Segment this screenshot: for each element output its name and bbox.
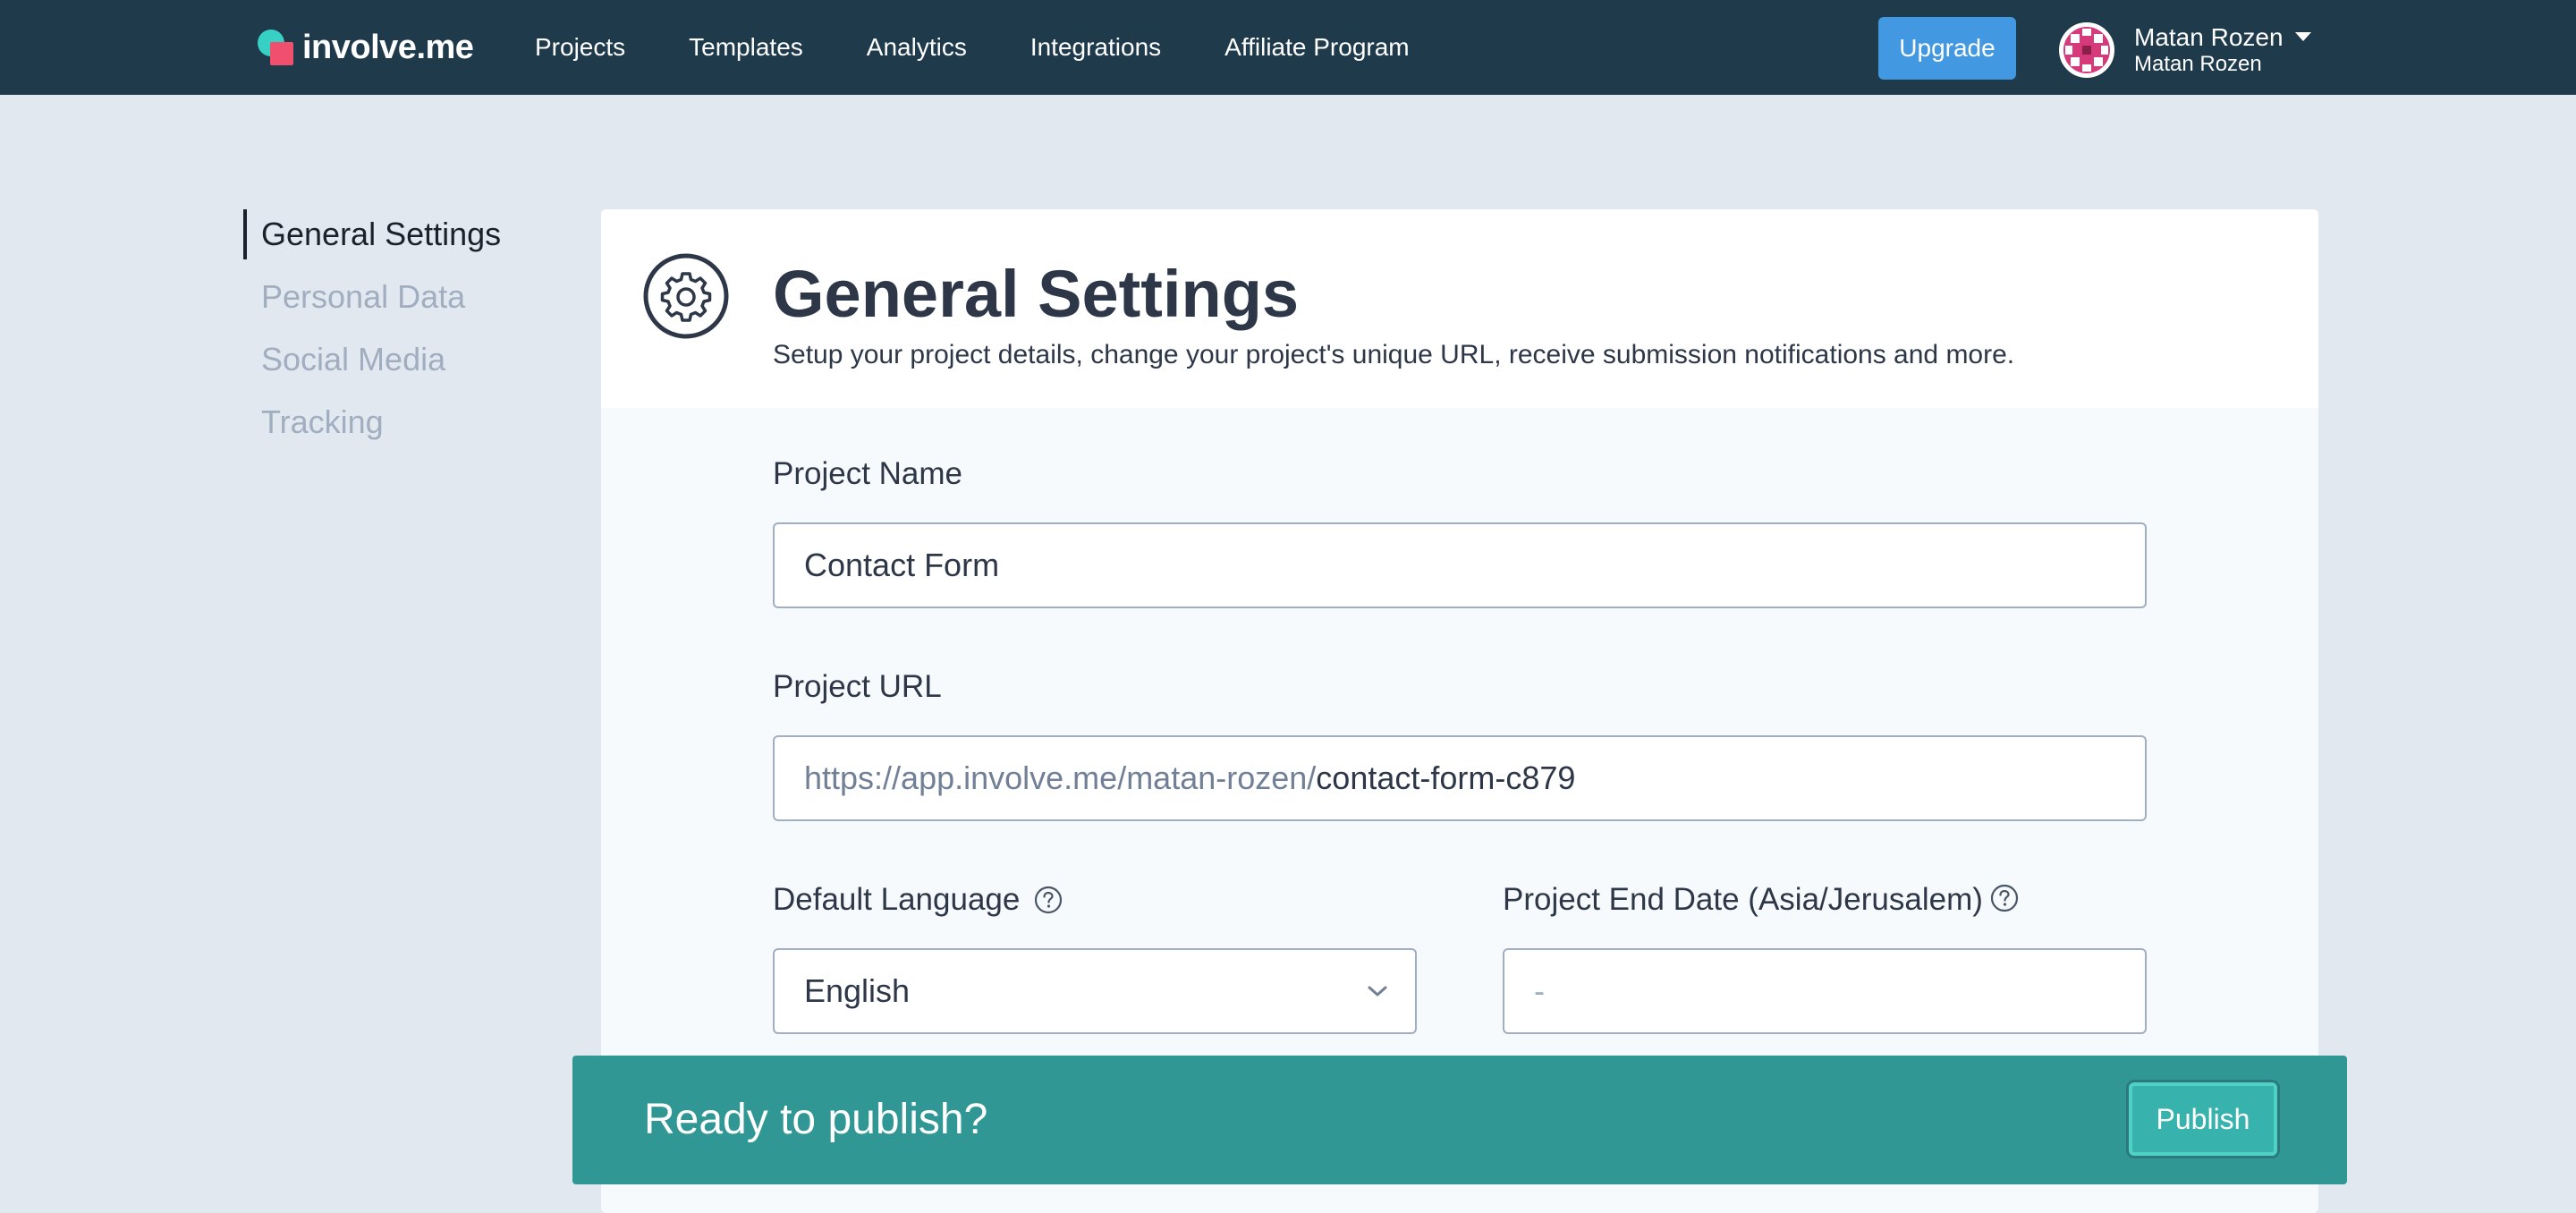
nav-affiliate-program[interactable]: Affiliate Program — [1224, 33, 1409, 62]
project-name-label-text: Project Name — [773, 456, 963, 491]
end-date-input[interactable]: - — [1503, 948, 2147, 1034]
project-name-input[interactable]: Contact Form — [773, 522, 2147, 608]
side-item-personal-data[interactable]: Personal Data — [243, 272, 501, 322]
nav-integrations[interactable]: Integrations — [1030, 33, 1161, 62]
project-url-slug: contact-form-c879 — [1316, 759, 1576, 796]
default-language-value: English — [804, 972, 911, 1009]
project-url-prefix: https://app.involve.me/matan-rozen/ — [804, 759, 1317, 796]
page-subtitle: Setup your project details, change your … — [773, 340, 2015, 369]
caret-down-icon[interactable] — [2295, 32, 2311, 41]
nav-analytics[interactable]: Analytics — [867, 33, 967, 62]
default-language-label: Default Language — [773, 882, 1063, 918]
page-title: General Settings — [773, 257, 1300, 331]
user-menu[interactable]: Matan Rozen Matan Rozen — [2059, 21, 2311, 79]
brand-name: involve.me — [302, 28, 474, 66]
chevron-down-icon — [1368, 986, 1387, 997]
publish-prompt: Ready to publish? — [644, 1096, 988, 1143]
side-item-social-media[interactable]: Social Media — [243, 335, 501, 385]
publish-bar: Ready to publish? Publish — [572, 1056, 2347, 1184]
logo-mark-icon — [258, 28, 297, 67]
user-names: Matan Rozen Matan Rozen — [2134, 23, 2284, 77]
side-item-general-settings[interactable]: General Settings — [243, 209, 501, 259]
project-name-label: Project Name — [773, 456, 962, 492]
project-url-label-text: Project URL — [773, 669, 942, 704]
brand-logo[interactable]: involve.me — [258, 27, 474, 68]
default-language-label-text: Default Language — [773, 882, 1021, 917]
end-date-label: Project End Date (Asia/Jerusalem) — [1503, 882, 2019, 918]
question-circle-icon[interactable] — [1034, 886, 1063, 914]
user-name: Matan Rozen — [2134, 23, 2284, 52]
user-account-name: Matan Rozen — [2134, 52, 2262, 77]
end-date-placeholder: - — [1534, 972, 1545, 1009]
main-nav: Projects Templates Analytics Integration… — [535, 0, 1410, 95]
default-language-select[interactable]: English — [773, 948, 1417, 1034]
settings-side-menu: General Settings Personal Data Social Me… — [243, 209, 501, 460]
project-url-input[interactable]: https://app.involve.me/matan-rozen/conta… — [773, 735, 2147, 821]
side-item-tracking[interactable]: Tracking — [243, 397, 501, 447]
end-date-label-text: Project End Date (Asia/Jerusalem) — [1503, 882, 1983, 917]
card-header: General Settings Setup your project deta… — [601, 209, 2318, 408]
nav-templates[interactable]: Templates — [689, 33, 803, 62]
project-url-label: Project URL — [773, 669, 942, 705]
question-circle-icon[interactable] — [1990, 884, 2019, 912]
upgrade-button[interactable]: Upgrade — [1878, 17, 2016, 80]
nav-projects[interactable]: Projects — [535, 33, 625, 62]
publish-button[interactable]: Publish — [2129, 1082, 2277, 1156]
gear-icon — [642, 252, 730, 340]
avatar — [2059, 22, 2114, 78]
project-name-value: Contact Form — [804, 547, 1000, 583]
top-navigation-bar: involve.me Projects Templates Analytics … — [0, 0, 2576, 95]
